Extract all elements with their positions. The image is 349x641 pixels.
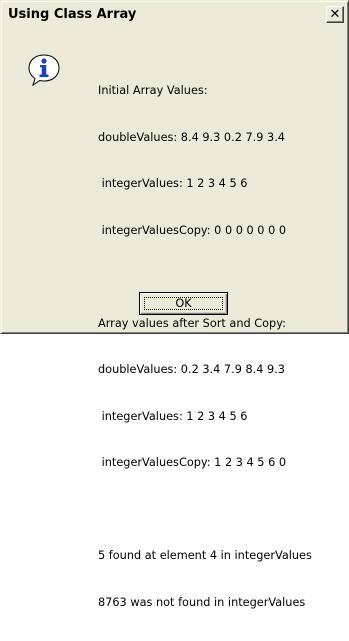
info-icon bbox=[28, 54, 60, 87]
copied-integer-values: integerValuesCopy: 1 2 3 4 5 6 0 bbox=[98, 456, 287, 469]
initial-integer-values-copy: integerValuesCopy: 0 0 0 0 0 0 0 bbox=[98, 223, 287, 237]
ok-button[interactable]: OK bbox=[139, 292, 228, 315]
sorted-double-values: doubleValues: 0.2 3.4 7.9 8.4 9.3 bbox=[98, 363, 285, 376]
found-result: 5 found at element 4 in integerValues bbox=[98, 549, 312, 562]
close-button[interactable]: ✕ bbox=[326, 6, 344, 23]
initial-values-heading: Initial Array Values: bbox=[98, 84, 208, 97]
message-dialog: Using Class Array ✕ Initial Array Values… bbox=[0, 0, 349, 609]
ok-button-label: OK bbox=[175, 297, 192, 310]
sorted-values-heading: Array values after Sort and Copy: bbox=[98, 316, 286, 330]
initial-integer-values: integerValues: 1 2 3 4 5 6 bbox=[98, 177, 248, 190]
title-bar[interactable]: Using Class Array ✕ bbox=[4, 4, 347, 25]
message-text: Initial Array Values: doubleValues: 8.4 … bbox=[98, 52, 312, 641]
dialog-title: Using Class Array bbox=[8, 7, 137, 22]
not-found-result: 8763 was not found in integerValues bbox=[98, 595, 306, 609]
sorted-integer-values: integerValues: 1 2 3 4 5 6 bbox=[98, 409, 248, 423]
close-icon: ✕ bbox=[329, 7, 341, 22]
focus-rectangle: OK bbox=[144, 297, 223, 310]
initial-double-values: doubleValues: 8.4 9.3 0.2 7.9 3.4 bbox=[98, 130, 285, 144]
